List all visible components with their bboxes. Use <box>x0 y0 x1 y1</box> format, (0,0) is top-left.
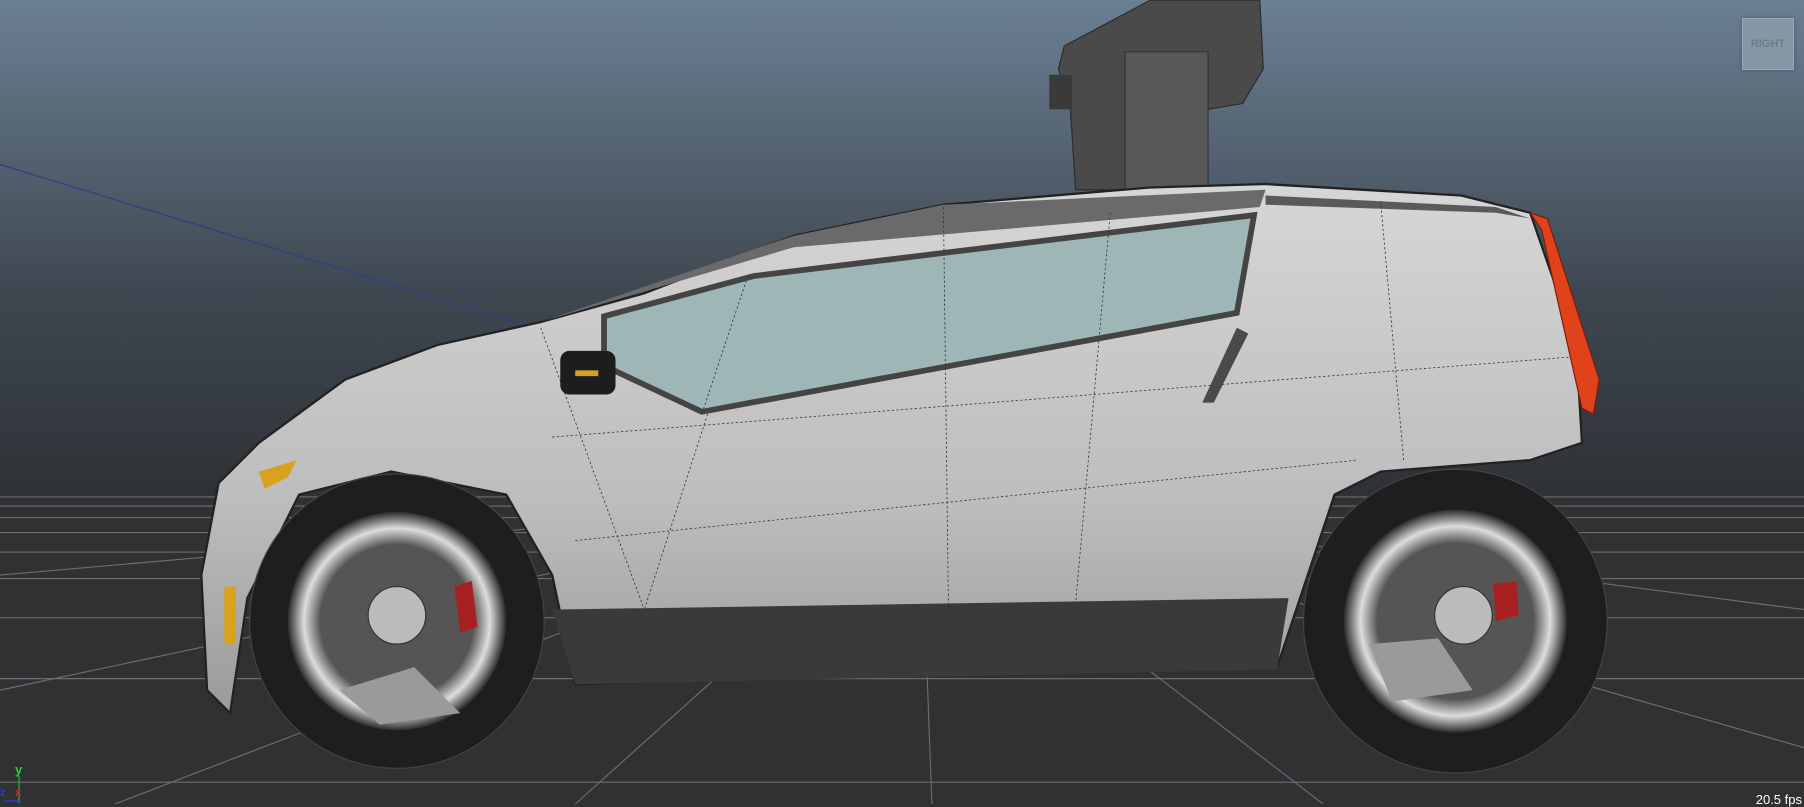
axis-y-label: y <box>15 762 23 777</box>
rear-wheel[interactable] <box>1302 468 1608 774</box>
front-wheel[interactable] <box>249 473 545 769</box>
front-side-marker <box>224 586 236 645</box>
fps-readout: 20.5 fps <box>1755 792 1802 807</box>
3d-viewport[interactable] <box>0 0 1804 804</box>
view-cube[interactable]: RIGHT <box>1742 18 1794 70</box>
axis-x-label: x <box>15 787 22 799</box>
axis-z-label: z <box>0 787 6 799</box>
axis-indicator: y x z <box>0 762 23 803</box>
